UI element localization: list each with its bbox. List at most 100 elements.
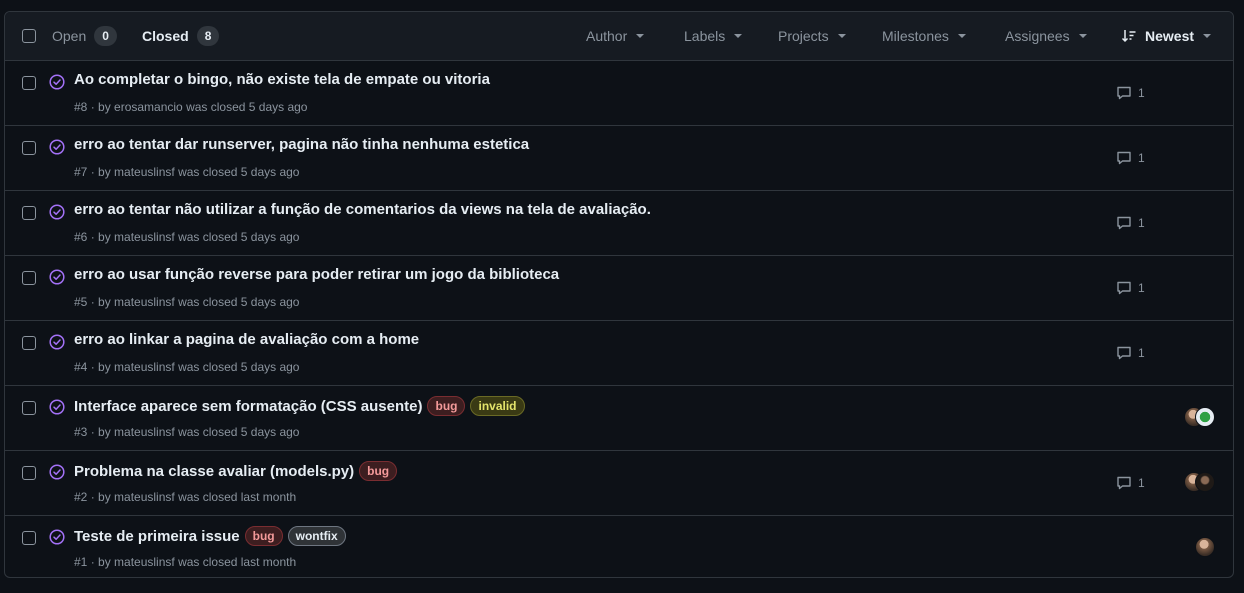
issue-checkbox[interactable] xyxy=(22,76,36,90)
comments-link[interactable]: 1 xyxy=(1116,475,1145,491)
comments-link[interactable]: 1 xyxy=(1116,280,1145,296)
issue-title-link[interactable]: erro ao linkar a pagina de avaliação com… xyxy=(74,331,419,348)
comment-count: 1 xyxy=(1138,86,1145,100)
issue-meta: #2 · by mateuslinsf was closed last mont… xyxy=(74,490,296,504)
issue-checkbox[interactable] xyxy=(22,531,36,545)
issue-row[interactable]: Interface aparece sem formatação (CSS au… xyxy=(5,386,1233,451)
issue-meta: #1 · by mateuslinsf was closed last mont… xyxy=(74,555,296,569)
projects-filter-label: Projects xyxy=(778,28,829,44)
issue-title-link[interactable]: Teste de primeira issue xyxy=(74,528,240,545)
issue-author-link[interactable]: mateuslinsf xyxy=(114,490,175,504)
issues-list: Ao completar o bingo, não existe tela de… xyxy=(5,61,1233,577)
projects-filter[interactable]: Projects xyxy=(778,12,846,60)
chevron-down-icon xyxy=(1078,34,1087,38)
assignees-avatars xyxy=(1195,537,1215,557)
issue-checkbox[interactable] xyxy=(22,271,36,285)
issue-author-link[interactable]: mateuslinsf xyxy=(114,230,175,244)
label-bug[interactable]: bug xyxy=(244,526,283,546)
comments-link[interactable]: 1 xyxy=(1116,215,1145,231)
issue-title-link[interactable]: erro ao tentar não utilizar a função de … xyxy=(74,201,651,218)
issue-meta: #8 · by erosamancio was closed 5 days ag… xyxy=(74,100,307,114)
closed-label: Closed xyxy=(142,28,189,44)
closed-issue-icon xyxy=(49,529,65,545)
avatar[interactable] xyxy=(1195,407,1215,427)
issue-title-link[interactable]: Ao completar o bingo, não existe tela de… xyxy=(74,71,490,88)
issue-by-text: · by xyxy=(87,555,115,569)
issue-row[interactable]: Ao completar o bingo, não existe tela de… xyxy=(5,61,1233,126)
comment-icon xyxy=(1117,476,1131,490)
label-invalid[interactable]: invalid xyxy=(470,396,525,416)
closed-issues-tab[interactable]: Closed 8 xyxy=(142,12,220,60)
chevron-down-icon xyxy=(636,34,645,38)
issue-closed-time: was closed 5 days ago xyxy=(174,165,300,179)
closed-issue-icon xyxy=(49,139,65,155)
author-filter[interactable]: Author xyxy=(586,12,645,60)
issue-row[interactable]: Teste de primeira issue bug wontfix #1 · … xyxy=(5,516,1233,577)
issue-meta: #4 · by mateuslinsf was closed 5 days ag… xyxy=(74,360,299,374)
avatar[interactable] xyxy=(1195,537,1215,557)
issue-title-link[interactable]: Problema na classe avaliar (models.py) xyxy=(74,463,354,480)
sort-dropdown[interactable]: Newest xyxy=(1121,12,1212,60)
labels-filter[interactable]: Labels xyxy=(684,12,743,60)
issue-row[interactable]: erro ao tentar não utilizar a função de … xyxy=(5,191,1233,256)
issue-checkbox[interactable] xyxy=(22,336,36,350)
issue-closed-time: was closed 5 days ago xyxy=(174,230,300,244)
comment-icon xyxy=(1117,281,1131,295)
label-bug[interactable]: bug xyxy=(427,396,466,416)
issue-row[interactable]: Problema na classe avaliar (models.py) b… xyxy=(5,451,1233,516)
issue-author-link[interactable]: mateuslinsf xyxy=(114,295,175,309)
chevron-down-icon xyxy=(837,34,846,38)
milestones-filter[interactable]: Milestones xyxy=(882,12,966,60)
issue-checkbox[interactable] xyxy=(22,206,36,220)
issue-row[interactable]: erro ao usar função reverse para poder r… xyxy=(5,256,1233,321)
sort-label: Newest xyxy=(1145,28,1195,44)
issue-checkbox[interactable] xyxy=(22,466,36,480)
comment-icon xyxy=(1117,151,1131,165)
comments-link[interactable]: 1 xyxy=(1116,345,1145,361)
issue-author-link[interactable]: mateuslinsf xyxy=(114,360,175,374)
open-count-badge: 0 xyxy=(94,26,117,46)
issue-title-line: erro ao tentar dar runserver, pagina não… xyxy=(74,136,529,153)
issue-title-link[interactable]: Interface aparece sem formatação (CSS au… xyxy=(74,398,422,415)
issue-by-text: · by xyxy=(87,425,115,439)
comment-count: 1 xyxy=(1138,346,1145,360)
issue-number: #7 xyxy=(74,165,88,179)
issue-title-line: erro ao tentar não utilizar a função de … xyxy=(74,201,651,218)
sort-icon xyxy=(1121,30,1136,43)
issue-title-line: erro ao linkar a pagina de avaliação com… xyxy=(74,331,419,348)
closed-issue-icon xyxy=(49,204,65,220)
issue-author-link[interactable]: erosamancio xyxy=(114,100,183,114)
issue-by-text: · by xyxy=(87,100,115,114)
avatar[interactable] xyxy=(1195,472,1215,492)
issue-by-text: · by xyxy=(87,295,115,309)
closed-issue-icon xyxy=(49,399,65,415)
issue-author-link[interactable]: mateuslinsf xyxy=(114,555,175,569)
comments-link[interactable]: 1 xyxy=(1116,85,1145,101)
label-wontfix[interactable]: wontfix xyxy=(287,526,346,546)
issue-title-link[interactable]: erro ao usar função reverse para poder r… xyxy=(74,266,559,283)
issue-closed-time: was closed 5 days ago xyxy=(174,295,300,309)
issue-by-text: · by xyxy=(87,360,115,374)
comment-icon xyxy=(1117,86,1131,100)
closed-issue-icon xyxy=(49,269,65,285)
issue-checkbox[interactable] xyxy=(22,141,36,155)
closed-issue-icon xyxy=(49,74,65,90)
issue-closed-time: was closed last month xyxy=(174,555,297,569)
issue-row[interactable]: erro ao tentar dar runserver, pagina não… xyxy=(5,126,1233,191)
issue-checkbox[interactable] xyxy=(22,401,36,415)
issue-closed-time: was closed 5 days ago xyxy=(174,425,300,439)
issue-number: #5 xyxy=(74,295,88,309)
select-all-checkbox[interactable] xyxy=(22,29,36,43)
comments-link[interactable]: 1 xyxy=(1116,150,1145,166)
chevron-down-icon xyxy=(957,34,966,38)
issue-author-link[interactable]: mateuslinsf xyxy=(114,425,175,439)
issue-author-link[interactable]: mateuslinsf xyxy=(114,165,175,179)
issue-title-link[interactable]: erro ao tentar dar runserver, pagina não… xyxy=(74,136,529,153)
chevron-down-icon xyxy=(734,34,743,38)
issue-row[interactable]: erro ao linkar a pagina de avaliação com… xyxy=(5,321,1233,386)
label-bug[interactable]: bug xyxy=(359,461,398,481)
issue-number: #1 xyxy=(74,555,88,569)
open-issues-tab[interactable]: Open 0 xyxy=(52,12,117,60)
assignees-filter[interactable]: Assignees xyxy=(1005,12,1087,60)
open-label: Open xyxy=(52,28,87,44)
